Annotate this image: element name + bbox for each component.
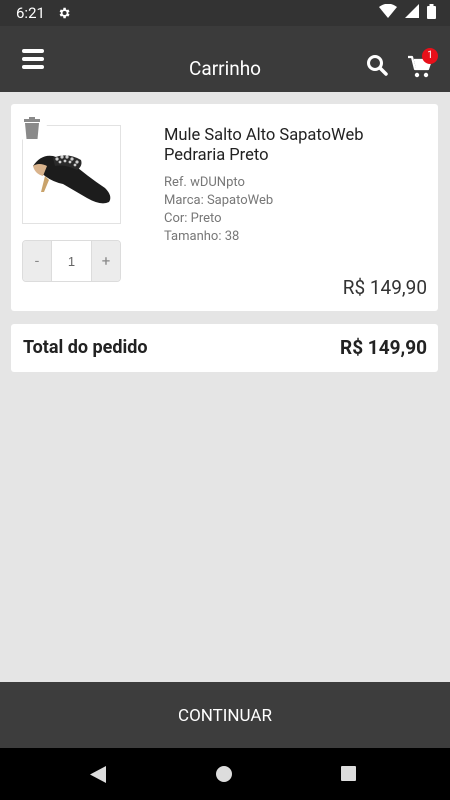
home-icon[interactable] (216, 766, 232, 782)
back-icon[interactable] (90, 766, 106, 787)
order-total-label: Total do pedido (23, 337, 148, 358)
product-size: Tamanho: 38 (164, 229, 240, 244)
quantity-field[interactable] (51, 241, 92, 281)
product-name[interactable]: Mule Salto Alto SapatoWeb Pedraria Preto (164, 126, 414, 166)
trash-icon[interactable] (17, 113, 47, 143)
status-bar: 6:21 (0, 0, 450, 26)
product-brand: Marca: SapatoWeb (164, 193, 274, 208)
increase-quantity-button[interactable]: + (92, 241, 120, 281)
continue-button[interactable]: CONTINUAR (0, 682, 450, 748)
search-icon[interactable] (366, 54, 388, 76)
cell-signal-icon (405, 4, 419, 22)
hamburger-menu-icon[interactable] (22, 49, 44, 69)
decrease-quantity-button[interactable]: - (23, 241, 51, 281)
app-bar: Carrinho 1 (0, 26, 450, 92)
item-price: R$ 149,90 (342, 276, 427, 299)
cart-item-card: - + Mule Salto Alto SapatoWeb Pedraria P… (11, 104, 438, 311)
system-nav-bar (0, 748, 450, 800)
wifi-icon (379, 3, 397, 22)
recent-apps-icon[interactable] (341, 766, 356, 781)
product-color: Cor: Preto (164, 211, 222, 226)
product-ref: Ref. wDUNpto (164, 175, 245, 190)
gear-icon (57, 6, 71, 20)
product-details: Ref. wDUNpto Marca: SapatoWeb Cor: Preto… (164, 174, 273, 246)
order-total-card: Total do pedido R$ 149,90 (11, 324, 438, 372)
battery-icon (427, 3, 436, 23)
order-total-value: R$ 149,90 (340, 336, 427, 359)
cart-count-badge: 1 (422, 48, 438, 64)
quantity-stepper: - + (22, 240, 121, 282)
status-time: 6:21 (16, 4, 45, 22)
